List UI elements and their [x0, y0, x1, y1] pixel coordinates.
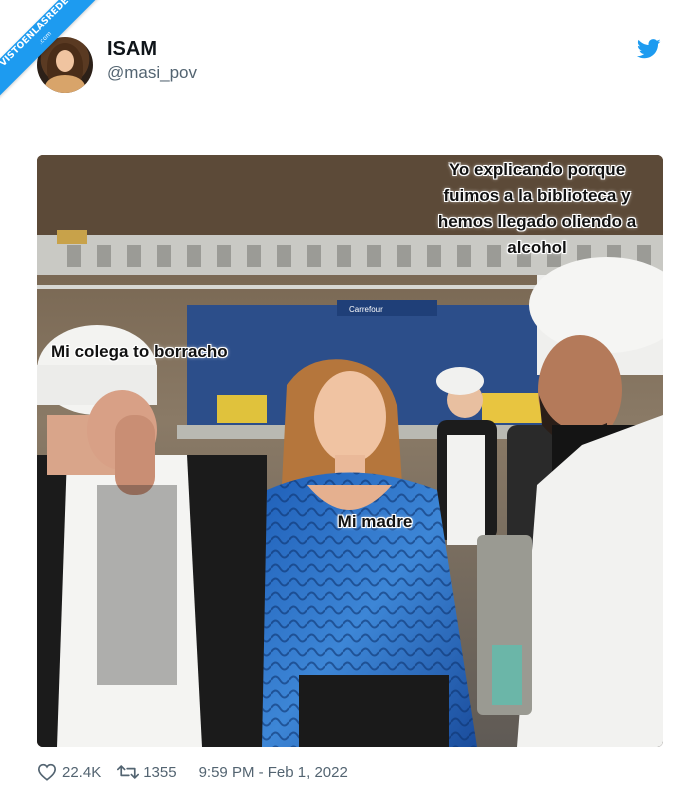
- retweet-action[interactable]: 1355: [117, 763, 177, 781]
- meme-caption-top: Yo explicando porque fuimos a la bibliot…: [437, 160, 637, 257]
- avatar-face: [56, 50, 74, 72]
- tweet-media-image[interactable]: Carrefour Yo explicando porque fuimos a …: [37, 155, 663, 747]
- avatar-body: [45, 75, 85, 93]
- tweet-header: ISAM @masi_pov: [37, 37, 663, 93]
- twitter-bird-icon[interactable]: [637, 39, 661, 59]
- tweet-card: ISAM @masi_pov Carrefour Yo explicando p…: [0, 0, 700, 796]
- author-names: ISAM @masi_pov: [107, 37, 197, 84]
- tweet-footer: 22.4K 1355 9:59 PM - Feb 1, 2022: [37, 761, 348, 783]
- retweet-icon[interactable]: [117, 764, 140, 780]
- likes-count: 22.4K: [62, 763, 102, 781]
- tweet-timestamp[interactable]: 9:59 PM - Feb 1, 2022: [199, 764, 348, 781]
- author-display-name[interactable]: ISAM: [107, 38, 197, 60]
- like-action[interactable]: 22.4K: [37, 763, 101, 781]
- retweets-count: 1355: [143, 763, 177, 781]
- heart-icon[interactable]: [37, 763, 57, 781]
- meme-caption-center: Mi madre: [337, 512, 413, 531]
- meme-caption-left: Mi colega to borracho: [51, 342, 228, 361]
- author-handle[interactable]: @masi_pov: [107, 62, 197, 84]
- store-sign-text: Carrefour: [349, 305, 383, 314]
